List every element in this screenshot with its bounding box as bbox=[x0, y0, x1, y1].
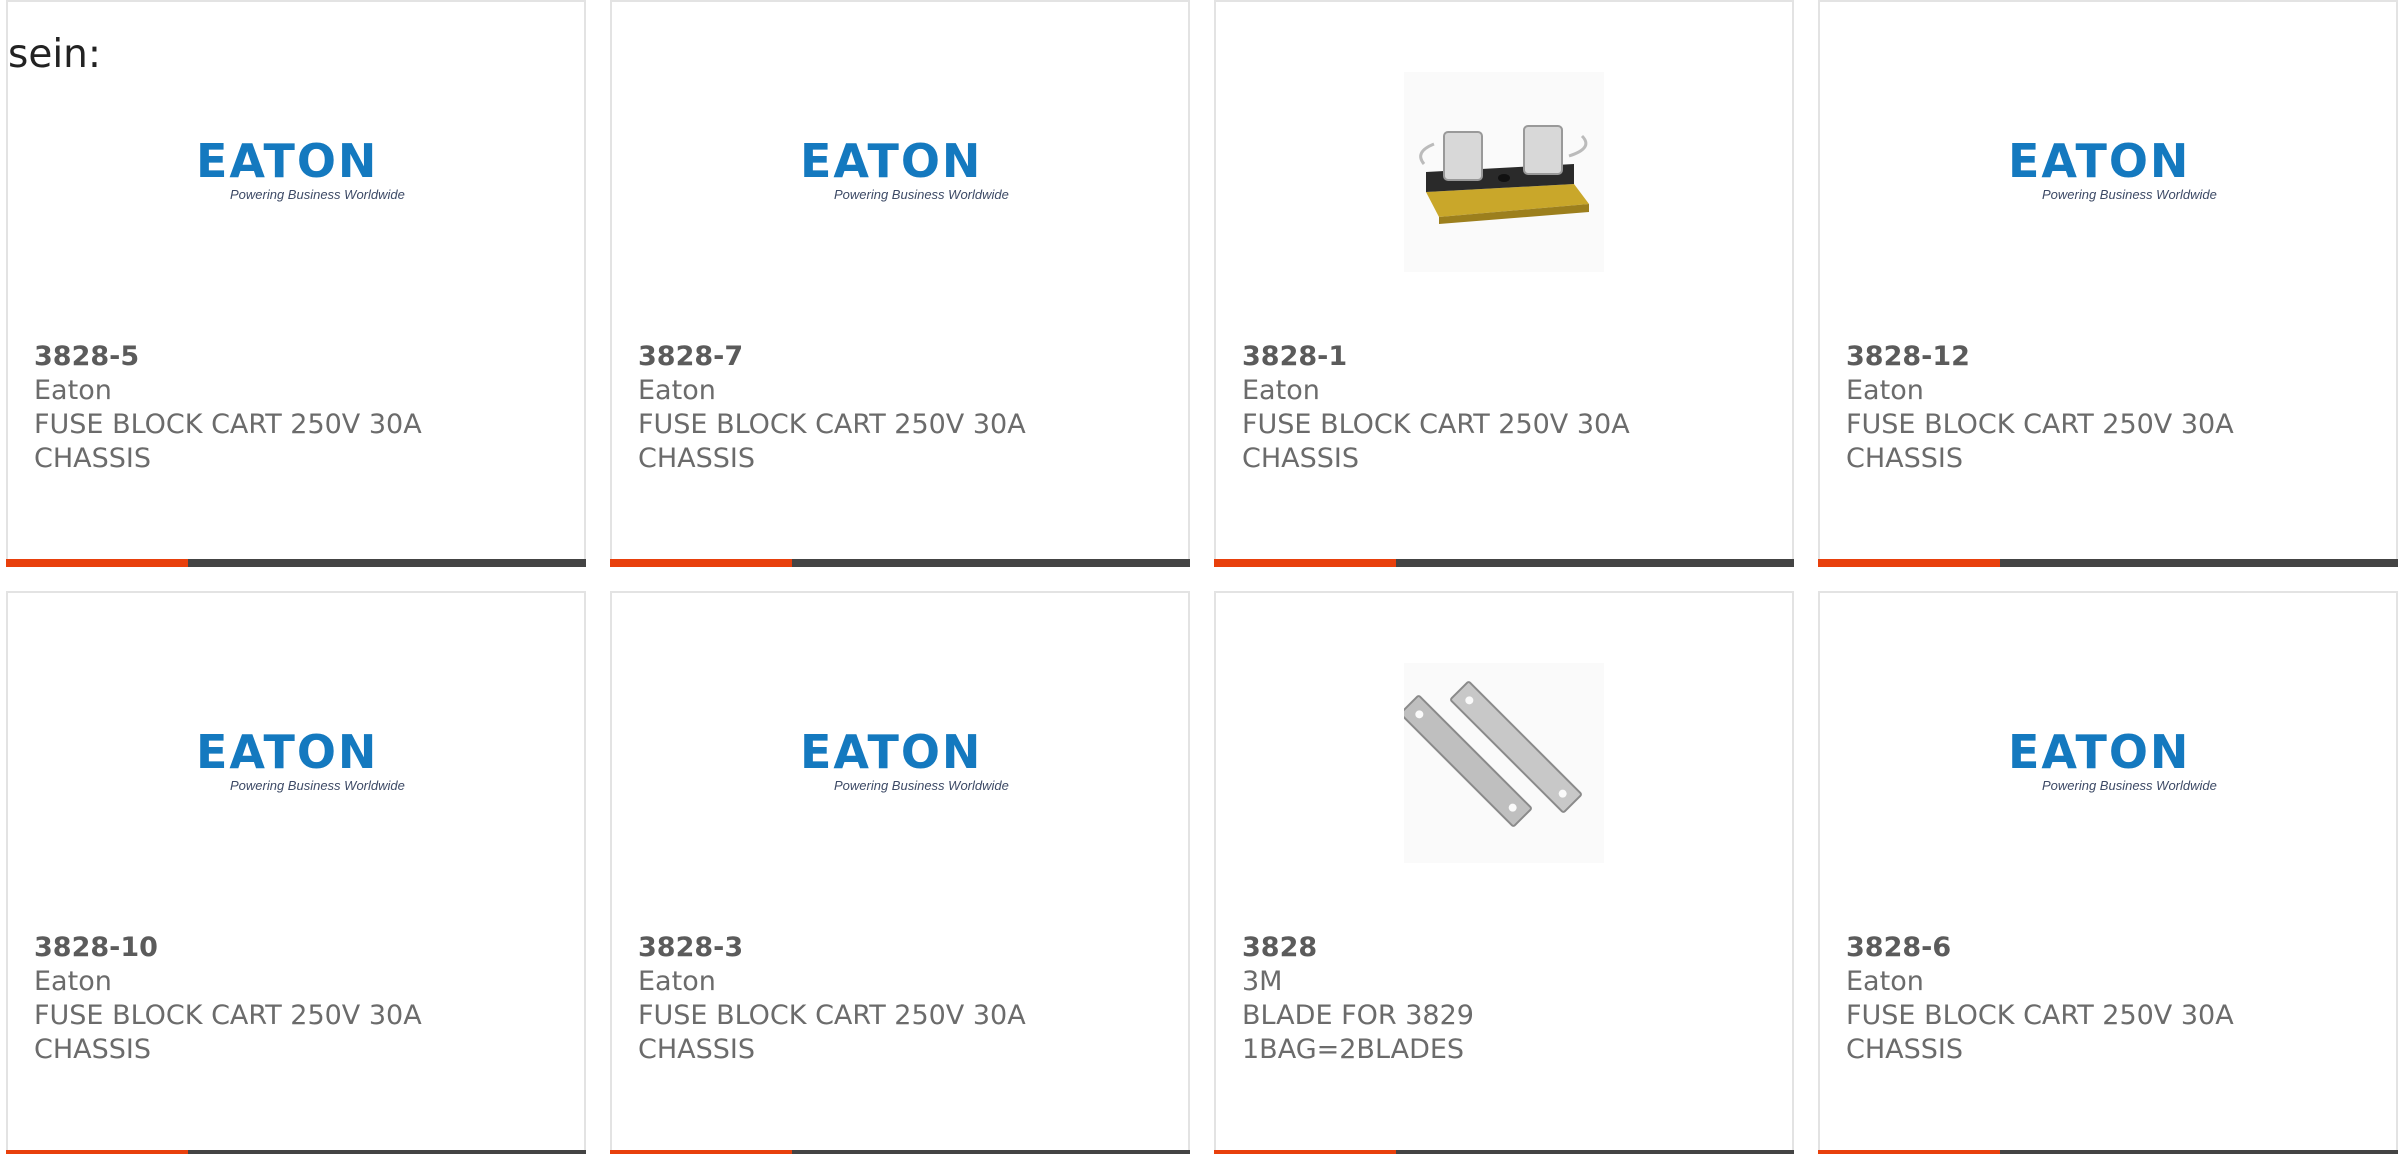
product-image[interactable]: EATON Powering Business Worldwide bbox=[8, 72, 584, 272]
product-description: FUSE BLOCK CART 250V 30A CHASSIS bbox=[34, 409, 422, 474]
card-accent-stripe bbox=[610, 1150, 792, 1154]
product-card[interactable]: EATON Powering Business Worldwide 3828-3 … bbox=[610, 591, 1190, 1154]
part-number[interactable]: 3828-12 bbox=[1846, 340, 2370, 374]
card-bottom-bar bbox=[610, 1150, 1190, 1154]
eaton-logo-tagline: Powering Business Worldwide bbox=[230, 187, 405, 202]
intro-text: sein: bbox=[8, 32, 102, 77]
manufacturer-name: Eaton bbox=[34, 966, 112, 997]
product-image[interactable]: EATON Powering Business Worldwide bbox=[612, 72, 1188, 272]
eaton-logo-wordmark: EATON bbox=[800, 134, 983, 188]
product-info: 3828-3 Eaton FUSE BLOCK CART 250V 30A CH… bbox=[638, 931, 1162, 1067]
card-bottom-bar bbox=[1214, 1150, 1794, 1154]
card-bottom-bar bbox=[1818, 1150, 2398, 1154]
manufacturer-name: Eaton bbox=[638, 375, 716, 406]
part-number[interactable]: 3828-7 bbox=[638, 340, 1162, 374]
card-bottom-bar bbox=[6, 559, 586, 567]
eaton-logo-tagline: Powering Business Worldwide bbox=[834, 187, 1009, 202]
product-description: FUSE BLOCK CART 250V 30A CHASSIS bbox=[638, 1000, 1026, 1065]
part-number[interactable]: 3828-3 bbox=[638, 931, 1162, 965]
product-image[interactable]: EATON Powering Business Worldwide bbox=[8, 663, 584, 863]
product-card[interactable]: EATON Powering Business Worldwide 3828-10… bbox=[6, 591, 586, 1154]
eaton-logo-wordmark: EATON bbox=[196, 725, 379, 779]
card-accent-stripe bbox=[6, 1150, 188, 1154]
product-info: 3828 3M BLADE FOR 3829 1BAG=2BLADES bbox=[1242, 931, 1766, 1067]
product-card[interactable]: 3828 3M BLADE FOR 3829 1BAG=2BLADES bbox=[1214, 591, 1794, 1154]
manufacturer-name: Eaton bbox=[1846, 966, 1924, 997]
product-image[interactable]: EATON Powering Business Worldwide bbox=[612, 663, 1188, 863]
eaton-logo: EATON Powering Business Worldwide bbox=[2008, 134, 2217, 207]
part-number[interactable]: 3828-5 bbox=[34, 340, 558, 374]
product-info: 3828-5 Eaton FUSE BLOCK CART 250V 30A CH… bbox=[34, 340, 558, 476]
eaton-logo: EATON Powering Business Worldwide bbox=[196, 134, 405, 207]
manufacturer-name: Eaton bbox=[1242, 375, 1320, 406]
eaton-logo-tagline: Powering Business Worldwide bbox=[230, 778, 405, 793]
eaton-logo-wordmark: EATON bbox=[2008, 725, 2191, 779]
card-accent-stripe bbox=[1818, 1150, 2000, 1154]
product-description: FUSE BLOCK CART 250V 30A CHASSIS bbox=[34, 1000, 422, 1065]
manufacturer-name: Eaton bbox=[1846, 375, 1924, 406]
product-info: 3828-10 Eaton FUSE BLOCK CART 250V 30A C… bbox=[34, 931, 558, 1067]
card-bottom-bar bbox=[1818, 559, 2398, 567]
manufacturer-name: 3M bbox=[1242, 966, 1283, 997]
product-description: FUSE BLOCK CART 250V 30A CHASSIS bbox=[1846, 409, 2234, 474]
eaton-logo-wordmark: EATON bbox=[196, 134, 379, 188]
eaton-logo: EATON Powering Business Worldwide bbox=[800, 725, 1009, 798]
product-card[interactable]: EATON Powering Business Worldwide 3828-5 … bbox=[6, 0, 586, 567]
blade-photo bbox=[1404, 663, 1604, 863]
part-number[interactable]: 3828-6 bbox=[1846, 931, 2370, 965]
card-accent-stripe bbox=[1818, 559, 2000, 567]
eaton-logo-wordmark: EATON bbox=[2008, 134, 2191, 188]
eaton-logo-tagline: Powering Business Worldwide bbox=[834, 778, 1009, 793]
product-image[interactable]: EATON Powering Business Worldwide bbox=[1820, 72, 2396, 272]
card-bottom-bar bbox=[610, 559, 1190, 567]
eaton-logo: EATON Powering Business Worldwide bbox=[2008, 725, 2217, 798]
product-description: FUSE BLOCK CART 250V 30A CHASSIS bbox=[638, 409, 1026, 474]
product-description: BLADE FOR 3829 1BAG=2BLADES bbox=[1242, 1000, 1474, 1065]
eaton-logo-wordmark: EATON bbox=[800, 725, 983, 779]
card-bottom-bar bbox=[1214, 559, 1794, 567]
product-info: 3828-7 Eaton FUSE BLOCK CART 250V 30A CH… bbox=[638, 340, 1162, 476]
product-card[interactable]: EATON Powering Business Worldwide 3828-12… bbox=[1818, 0, 2398, 567]
eaton-logo: EATON Powering Business Worldwide bbox=[196, 725, 405, 798]
product-card[interactable]: EATON Powering Business Worldwide 3828-6 … bbox=[1818, 591, 2398, 1154]
card-bottom-bar bbox=[6, 1150, 586, 1154]
part-number[interactable]: 3828 bbox=[1242, 931, 1766, 965]
card-accent-stripe bbox=[6, 559, 188, 567]
product-card[interactable]: EATON Powering Business Worldwide 3828-7 … bbox=[610, 0, 1190, 567]
product-image[interactable]: EATON Powering Business Worldwide bbox=[1820, 663, 2396, 863]
product-image[interactable] bbox=[1216, 663, 1792, 863]
part-number[interactable]: 3828-10 bbox=[34, 931, 558, 965]
card-accent-stripe bbox=[610, 559, 792, 567]
manufacturer-name: Eaton bbox=[34, 375, 112, 406]
product-image[interactable] bbox=[1216, 72, 1792, 272]
product-description: FUSE BLOCK CART 250V 30A CHASSIS bbox=[1242, 409, 1630, 474]
manufacturer-name: Eaton bbox=[638, 966, 716, 997]
eaton-logo-tagline: Powering Business Worldwide bbox=[2042, 778, 2217, 793]
product-grid: EATON Powering Business Worldwide 3828-5 … bbox=[6, 0, 2398, 1154]
fuse-block-photo bbox=[1404, 72, 1604, 272]
card-accent-stripe bbox=[1214, 1150, 1396, 1154]
eaton-logo: EATON Powering Business Worldwide bbox=[800, 134, 1009, 207]
product-info: 3828-6 Eaton FUSE BLOCK CART 250V 30A CH… bbox=[1846, 931, 2370, 1067]
product-description: FUSE BLOCK CART 250V 30A CHASSIS bbox=[1846, 1000, 2234, 1065]
product-info: 3828-12 Eaton FUSE BLOCK CART 250V 30A C… bbox=[1846, 340, 2370, 476]
page: EATON Powering Business Worldwide 3828-5 … bbox=[0, 0, 2400, 1154]
product-card[interactable]: 3828-1 Eaton FUSE BLOCK CART 250V 30A CH… bbox=[1214, 0, 1794, 567]
product-info: 3828-1 Eaton FUSE BLOCK CART 250V 30A CH… bbox=[1242, 340, 1766, 476]
card-accent-stripe bbox=[1214, 559, 1396, 567]
part-number[interactable]: 3828-1 bbox=[1242, 340, 1766, 374]
eaton-logo-tagline: Powering Business Worldwide bbox=[2042, 187, 2217, 202]
